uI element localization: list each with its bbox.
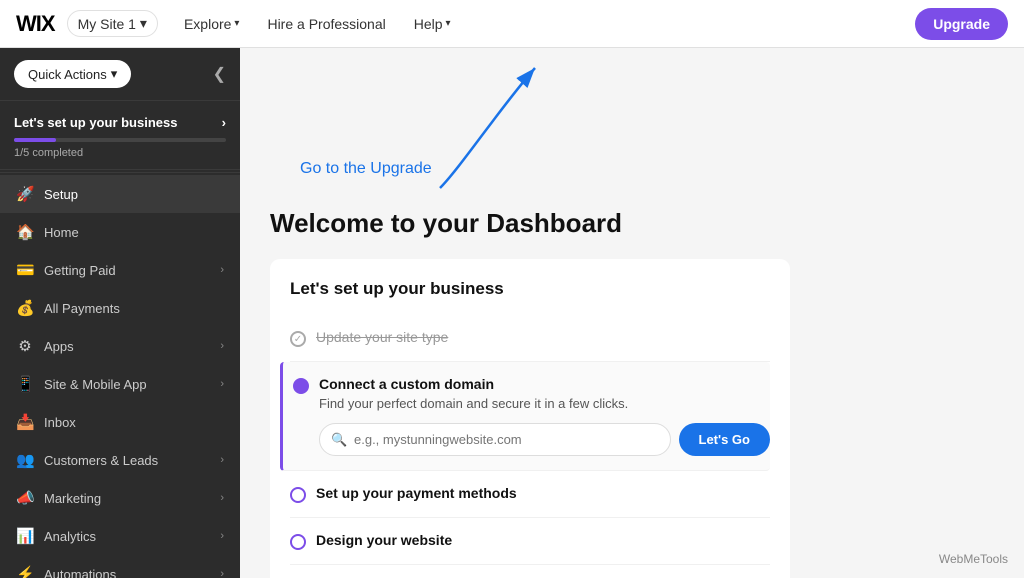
lets-go-button[interactable]: Let's Go (679, 423, 771, 456)
nav-icon-9: 📊 (16, 527, 34, 545)
nav-items-list: 🚀 Setup 🏠 Home 💳 Getting Paid › 💰 All Pa… (0, 170, 240, 578)
task-item-design-website: Design your website (290, 518, 770, 565)
sidebar-item-apps[interactable]: ⚙ Apps › (0, 327, 240, 365)
task-item-payment-methods: Set up your payment methods (290, 471, 770, 518)
nav-label-5: Site & Mobile App (44, 377, 147, 392)
setup-progress-card: Let's set up your business › 1/5 complet… (0, 101, 240, 170)
quick-actions-label: Quick Actions (28, 67, 107, 82)
nav-label-10: Automations (44, 567, 116, 578)
nav-label-6: Inbox (44, 415, 76, 430)
nav-arrow-4: › (220, 340, 224, 352)
site-name-dropdown[interactable]: My Site 1 ▾ (67, 10, 158, 37)
task-title-update-site-type: Update your site type (316, 329, 770, 345)
dashboard-area: Welcome to your Dashboard Let's set up y… (240, 208, 1024, 578)
nav-icon-1: 🏠 (16, 223, 34, 241)
nav-label-1: Home (44, 225, 79, 240)
sidebar-item-marketing[interactable]: 📣 Marketing › (0, 479, 240, 517)
progress-bar (14, 138, 226, 142)
sidebar-item-all-payments[interactable]: 💰 All Payments (0, 289, 240, 327)
sidebar-item-setup[interactable]: 🚀 Setup (0, 175, 240, 213)
annotation-area: Go to the Upgrade (240, 48, 1024, 208)
nav-icon-6: 📥 (16, 413, 34, 431)
dashboard-title: Welcome to your Dashboard (270, 208, 994, 239)
main-content: Go to the Upgrade Welcome to your Dashbo… (240, 48, 1024, 578)
sidebar-item-automations[interactable]: ⚡ Automations › (0, 555, 240, 578)
nav-icon-0: 🚀 (16, 185, 34, 203)
nav-arrow-10: › (220, 568, 224, 578)
sidebar-item-site---mobile-app[interactable]: 📱 Site & Mobile App › (0, 365, 240, 403)
task-item-google: Get found on Google (290, 565, 770, 578)
domain-search-input[interactable] (319, 423, 671, 456)
setup-tasks-card: Let's set up your business ✓ Update your… (270, 259, 790, 578)
setup-chevron-icon: › (222, 115, 226, 130)
sidebar-item-getting-paid[interactable]: 💳 Getting Paid › (0, 251, 240, 289)
nav-arrow-5: › (220, 378, 224, 390)
watermark: WebMeTools (939, 552, 1008, 566)
help-chevron-icon: ▾ (446, 18, 451, 29)
progress-fill (14, 138, 56, 142)
nav-label-0: Setup (44, 187, 78, 202)
help-menu[interactable]: Help ▾ (404, 10, 461, 38)
task-item-update-site-type: ✓ Update your site type (290, 315, 770, 362)
domain-search-row: 🔍 Let's Go (319, 423, 770, 456)
task-title-design-website: Design your website (316, 532, 770, 548)
explore-chevron-icon: ▾ (234, 18, 239, 29)
hire-professional-link[interactable]: Hire a Professional (257, 10, 395, 38)
task-item-custom-domain: Connect a custom domain Find your perfec… (280, 362, 770, 471)
site-name-label: My Site 1 (78, 16, 136, 32)
quick-actions-button[interactable]: Quick Actions ▾ (14, 60, 131, 88)
upgrade-button[interactable]: Upgrade (915, 8, 1008, 40)
nav-label-9: Analytics (44, 529, 96, 544)
nav-label-8: Marketing (44, 491, 101, 506)
quick-actions-chevron-icon: ▾ (111, 66, 118, 82)
explore-menu[interactable]: Explore ▾ (174, 10, 250, 38)
completed-count: 1/5 completed (14, 147, 226, 159)
sidebar-item-home[interactable]: 🏠 Home (0, 213, 240, 251)
sidebar-top-bar: Quick Actions ▾ ❮ (0, 48, 240, 101)
nav-arrow-2: › (220, 264, 224, 276)
nav-icon-5: 📱 (16, 375, 34, 393)
nav-arrow-7: › (220, 454, 224, 466)
top-navigation: WIX My Site 1 ▾ Explore ▾ Hire a Profess… (0, 0, 1024, 48)
nav-label-3: All Payments (44, 301, 120, 316)
wix-logo: WIX (16, 11, 55, 37)
nav-icon-7: 👥 (16, 451, 34, 469)
setup-card-title[interactable]: Let's set up your business › (14, 115, 226, 130)
sidebar-item-inbox[interactable]: 📥 Inbox (0, 403, 240, 441)
task-title-custom-domain: Connect a custom domain (319, 376, 770, 392)
sidebar-item-customers---leads[interactable]: 👥 Customers & Leads › (0, 441, 240, 479)
nav-label-2: Getting Paid (44, 263, 116, 278)
task-bullet-payment (290, 487, 306, 503)
nav-arrow-9: › (220, 530, 224, 542)
nav-icon-8: 📣 (16, 489, 34, 507)
nav-icon-4: ⚙ (16, 337, 34, 355)
upgrade-arrow-icon (360, 48, 560, 198)
sidebar-collapse-button[interactable]: ❮ (213, 64, 226, 84)
task-bullet-completed: ✓ (290, 331, 306, 347)
task-bullet-active (293, 378, 309, 394)
domain-input-wrap: 🔍 (319, 423, 671, 456)
nav-icon-2: 💳 (16, 261, 34, 279)
setup-card-heading: Let's set up your business (290, 279, 770, 299)
nav-icon-10: ⚡ (16, 565, 34, 578)
task-title-payment-methods: Set up your payment methods (316, 485, 770, 501)
sidebar-item-analytics[interactable]: 📊 Analytics › (0, 517, 240, 555)
sidebar: Quick Actions ▾ ❮ Let's set up your busi… (0, 48, 240, 578)
nav-icon-3: 💰 (16, 299, 34, 317)
nav-arrow-8: › (220, 492, 224, 504)
search-icon: 🔍 (331, 432, 347, 448)
nav-label-4: Apps (44, 339, 74, 354)
task-desc-custom-domain: Find your perfect domain and secure it i… (319, 396, 770, 411)
task-bullet-design (290, 534, 306, 550)
site-chevron-icon: ▾ (140, 15, 147, 32)
nav-label-7: Customers & Leads (44, 453, 158, 468)
